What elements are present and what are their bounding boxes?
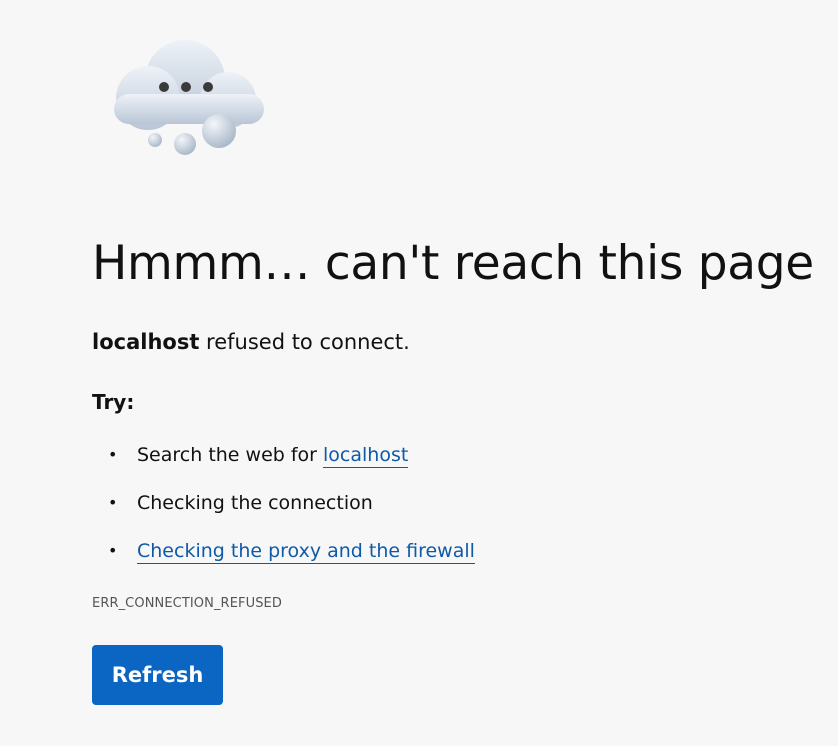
proxy-firewall-link[interactable]: Checking the proxy and the firewall [137,540,475,564]
host-name: localhost [92,330,200,354]
try-label: Try: [92,390,135,414]
search-localhost-link[interactable]: localhost [323,444,409,468]
suggestion-text: Checking the connection [137,492,373,514]
suggestion-search-web: • Search the web for localhost [92,436,475,484]
suggestion-check-proxy: • Checking the proxy and the firewall [92,532,475,580]
bullet: • [108,445,118,464]
cloud-with-dots-icon [114,40,264,155]
refresh-button[interactable]: Refresh [92,645,223,705]
suggestion-text: Search the web for [137,444,324,466]
bullet: • [108,541,118,560]
bullet: • [108,493,118,512]
error-description: localhost refused to connect. [92,330,410,354]
error-code: ERR_CONNECTION_REFUSED [92,596,282,611]
error-page: Hmmm… can't reach this page localhost re… [0,0,838,746]
refused-text: refused to connect. [199,330,410,354]
suggestion-check-connection: • Checking the connection [92,484,475,532]
suggestion-list: • Search the web for localhost • Checkin… [92,436,475,580]
page-title: Hmmm… can't reach this page [92,236,814,291]
